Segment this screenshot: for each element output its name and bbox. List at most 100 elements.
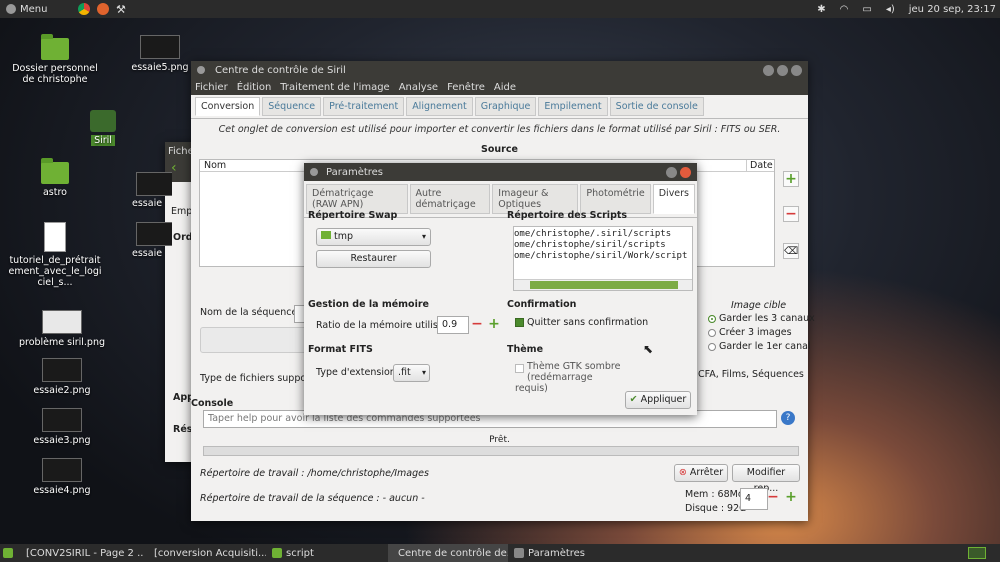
dark-theme-checkbox[interactable]: Thème GTK sombre (redémarrage requis) (515, 361, 625, 394)
memory-ratio-decrement[interactable]: − (469, 317, 485, 333)
menu-fichier[interactable]: Fichier (195, 82, 228, 93)
radio-keep-3-channels[interactable]: Garder les 3 canaux (708, 313, 815, 324)
stop-icon: ⊗ (678, 467, 687, 478)
desktop-icon-astro[interactable]: astro (5, 158, 105, 198)
desktop-icon-essaie-b[interactable]: essaie (132, 222, 172, 259)
maximize-icon[interactable] (777, 64, 788, 76)
add-files-button[interactable]: + (783, 171, 799, 187)
status-text: Prêt. (489, 435, 510, 445)
radio-icon (708, 328, 716, 337)
column-date[interactable]: Date (746, 160, 773, 171)
desktop-icon-tutoriel[interactable]: tutoriel_de_prétraitement_avec_le_logici… (5, 222, 105, 288)
checkbox-icon (515, 364, 524, 373)
change-directory-button[interactable]: Modifier rep... (732, 464, 800, 494)
horizontal-scrollbar[interactable] (514, 279, 692, 290)
desktop-icon-essaie2[interactable]: essaie2.png (12, 358, 112, 396)
scrollbar-thumb[interactable] (530, 281, 678, 289)
threads-increment-button[interactable]: + (783, 490, 799, 506)
menu-edition[interactable]: Édition (237, 82, 272, 93)
dialog-titlebar[interactable]: Paramètres (304, 163, 697, 181)
menu-fenetre[interactable]: Fenêtre (447, 82, 485, 93)
memory-ratio-increment[interactable]: + (486, 317, 502, 333)
battery-icon[interactable]: ▭ (862, 4, 871, 15)
tab-conversion[interactable]: Conversion (195, 97, 261, 116)
scripts-directory-label: Répertoire des Scripts (507, 210, 628, 221)
apply-button[interactable]: ✔ Appliquer (625, 391, 691, 409)
window-menu-icon[interactable] (197, 66, 205, 74)
menu-button[interactable]: Menu (0, 4, 78, 15)
desktop-icon-essaie-a[interactable]: essaie (132, 172, 172, 209)
show-desktop-button[interactable] (0, 544, 16, 562)
menu-analyse[interactable]: Analyse (399, 82, 438, 93)
radio-create-3-images[interactable]: Créer 3 images (708, 327, 792, 338)
radio-icon (708, 314, 716, 323)
help-icon[interactable]: ? (781, 411, 795, 425)
window-menu-icon[interactable] (310, 168, 318, 176)
desktop-icon-essaie3[interactable]: essaie3.png (12, 408, 112, 446)
script-path: ome/christophe/siril/Work/script (514, 251, 688, 261)
window-title: Centre de contrôle de Siril (215, 64, 346, 76)
close-icon[interactable] (791, 64, 802, 76)
tab-sequence[interactable]: Séquence (262, 97, 322, 116)
tab-autre-dematricage[interactable]: Autre dématriçage (409, 184, 491, 214)
scripts-list[interactable]: ome/christophe/.siril/scripts ome/christ… (513, 226, 693, 291)
desktop-icon-essaie4[interactable]: essaie4.png (12, 458, 112, 496)
chrome-icon[interactable] (78, 3, 90, 15)
task-conversion[interactable]: [conversion Acquisiti... (144, 544, 266, 562)
parametres-dialog[interactable]: Paramètres Dématriçage (RAW APN) Autre d… (304, 163, 697, 415)
source-label: Source (481, 144, 518, 155)
confirmation-label: Confirmation (507, 299, 577, 310)
remove-files-button[interactable]: − (783, 206, 799, 222)
minimize-icon[interactable] (666, 166, 677, 178)
folder-icon (272, 548, 282, 558)
radio-keep-first-channel[interactable]: Garder le 1er canal (708, 341, 811, 352)
image-thumbnail-icon (42, 310, 82, 334)
siril-icon (514, 548, 524, 558)
minimize-icon[interactable] (763, 64, 774, 76)
task-script[interactable]: script (266, 544, 388, 562)
restore-button[interactable]: Restaurer (316, 250, 431, 268)
desktop-icon-home[interactable]: Dossier personnel de christophe (5, 34, 105, 85)
tab-pretraitement[interactable]: Pré-traitement (323, 97, 405, 116)
clear-list-button[interactable]: ⌫ (783, 243, 799, 259)
check-icon: ✔ (629, 394, 638, 405)
folder-icon (41, 158, 69, 184)
tab-graphique[interactable]: Graphique (474, 97, 537, 116)
threads-decrement-button[interactable]: − (765, 490, 781, 506)
volume-icon[interactable]: ◂) (886, 4, 895, 15)
image-thumbnail-icon (136, 172, 172, 196)
threads-input[interactable]: 4 (740, 488, 768, 510)
task-siril[interactable]: Centre de contrôle de... (388, 544, 508, 562)
stop-button[interactable]: ⊗ Arrêter (674, 464, 728, 482)
tab-sortie-console[interactable]: Sortie de console (609, 97, 704, 116)
menu-traitement[interactable]: Traitement de l'image (280, 82, 389, 93)
memory-ratio-input[interactable]: 0.9 (437, 316, 469, 334)
main-titlebar[interactable]: Centre de contrôle de Siril (191, 61, 808, 79)
app-icon[interactable] (97, 3, 109, 15)
bluetooth-icon[interactable]: ✱ (817, 4, 825, 15)
working-directory: Répertoire de travail : /home/christophe… (200, 468, 429, 479)
workspace-switcher[interactable] (954, 544, 1000, 562)
task-parametres[interactable]: Paramètres (508, 544, 658, 562)
theme-label: Thème (507, 344, 544, 355)
tab-alignement[interactable]: Alignement (406, 97, 473, 116)
desktop-icon-siril[interactable]: Siril (53, 110, 153, 146)
sequence-directory: Répertoire de travail de la séquence : -… (200, 493, 425, 504)
image-thumbnail-icon (42, 408, 82, 432)
swap-directory-chooser[interactable]: tmp ▾ (316, 228, 431, 246)
task-conv2siril[interactable]: [CONV2SIRIL - Page 2 ... (16, 544, 144, 562)
conversion-info: Cet onglet de conversion est utilisé pou… (218, 124, 781, 135)
extension-select[interactable]: .fit ▾ (393, 364, 430, 382)
desktop-icon-probleme[interactable]: problème siril.png (12, 310, 112, 348)
tool-icon[interactable]: ⚒ (116, 3, 126, 16)
convert-button[interactable] (200, 327, 310, 353)
target-image-label: Image cible (731, 300, 787, 311)
column-nom[interactable]: Nom (204, 160, 226, 171)
tab-divers[interactable]: Divers (652, 184, 696, 214)
menu-aide[interactable]: Aide (494, 82, 516, 93)
quit-without-confirm-checkbox[interactable]: Quitter sans confirmation (515, 317, 648, 328)
wifi-icon[interactable]: ◠ (840, 4, 849, 15)
tab-empilement[interactable]: Empilement (538, 97, 608, 116)
close-icon[interactable] (680, 166, 691, 178)
clock[interactable]: jeu 20 sep, 23:17 (909, 4, 996, 15)
